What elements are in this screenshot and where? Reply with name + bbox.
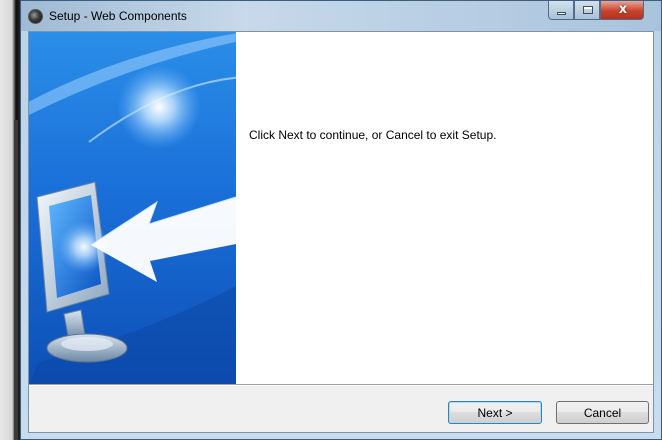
minimize-icon <box>557 12 566 15</box>
wizard-client-area: Click Next to continue, or Cancel to exi… <box>28 31 654 433</box>
close-button[interactable]: x <box>600 1 644 20</box>
button-bar-separator <box>29 384 653 386</box>
maximize-icon <box>583 6 593 14</box>
wizard-content-panel: Click Next to continue, or Cancel to exi… <box>236 32 653 384</box>
wizard-banner-image <box>29 32 236 384</box>
desktop-window-edge <box>14 120 18 440</box>
desktop-background <box>0 0 20 440</box>
setup-window: Setup - Web Components x Click Next to c… <box>20 0 662 440</box>
next-button[interactable]: Next > <box>448 401 542 424</box>
close-icon: x <box>618 2 628 17</box>
minimize-button[interactable] <box>548 1 574 20</box>
window-title: Setup - Web Components <box>49 9 187 23</box>
monitor-arrow-illustration <box>29 32 236 384</box>
maximize-button[interactable] <box>574 1 600 20</box>
setup-app-icon[interactable] <box>28 9 43 24</box>
instruction-text: Click Next to continue, or Cancel to exi… <box>249 128 497 142</box>
title-bar[interactable]: Setup - Web Components x <box>21 1 661 31</box>
cancel-button[interactable]: Cancel <box>556 401 649 424</box>
